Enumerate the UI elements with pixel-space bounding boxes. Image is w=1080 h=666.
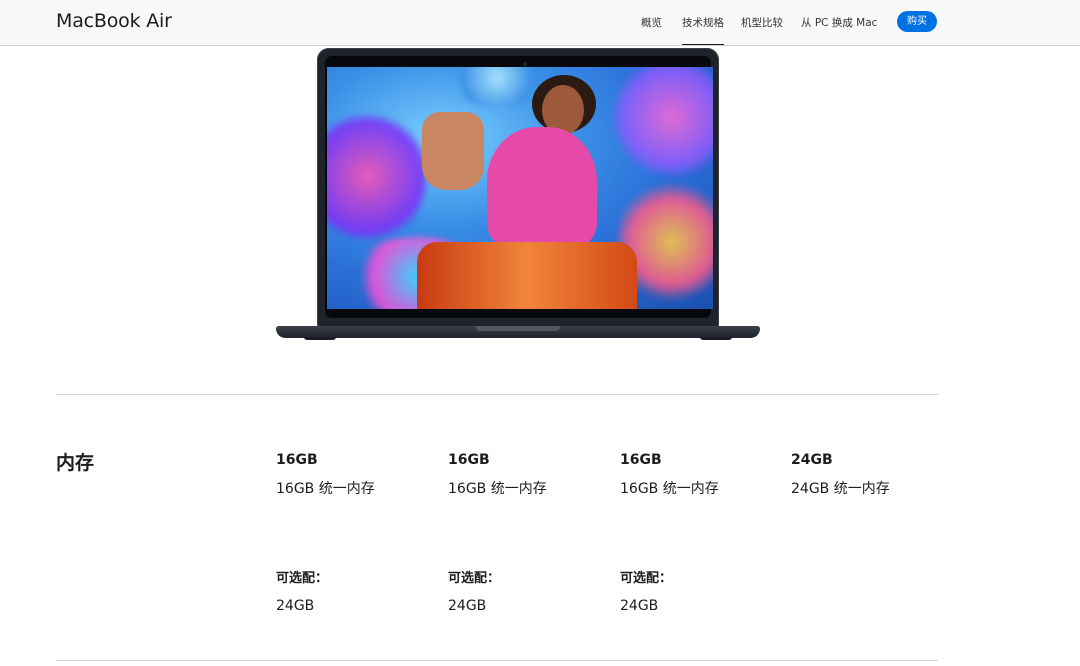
- top-nav: MacBook Air 概览 技术规格 机型比较 从 PC 换成 Mac 购买: [0, 0, 1080, 46]
- camera-icon: [523, 62, 527, 66]
- macbook-air-product-image: [276, 46, 760, 342]
- option-value: 24GB: [276, 598, 315, 614]
- memory-description: 24GB 统一内存: [791, 481, 890, 497]
- memory-description: 16GB 统一内存: [448, 481, 547, 497]
- option-value: 24GB: [448, 598, 487, 614]
- nav-link-tech-specs[interactable]: 技术规格: [682, 15, 724, 45]
- memory-config-3: 16GB 16GB 统一内存: [620, 452, 780, 498]
- memory-config-1: 16GB 16GB 统一内存: [276, 452, 436, 498]
- memory-capacity: 16GB: [620, 452, 662, 468]
- memory-option-3: 可选配： 24GB: [620, 567, 780, 614]
- memory-config-4: 24GB 24GB 统一内存: [791, 452, 951, 498]
- option-label: 可选配：: [276, 571, 329, 586]
- section-title-memory: 内存: [56, 452, 95, 474]
- memory-option-2: 可选配： 24GB: [448, 567, 608, 614]
- nav-link-compare[interactable]: 机型比较: [741, 15, 783, 30]
- buy-button[interactable]: 购买: [897, 11, 937, 32]
- memory-description: 16GB 统一内存: [620, 481, 719, 497]
- nav-link-overview[interactable]: 概览: [641, 15, 662, 30]
- memory-description: 16GB 统一内存: [276, 481, 375, 497]
- brand-title[interactable]: MacBook Air: [56, 10, 172, 32]
- option-value: 24GB: [620, 598, 659, 614]
- memory-capacity: 24GB: [791, 452, 833, 468]
- section-divider-bottom: [56, 660, 938, 661]
- option-label: 可选配：: [448, 571, 501, 586]
- memory-capacity: 16GB: [276, 452, 318, 468]
- memory-capacity: 16GB: [448, 452, 490, 468]
- memory-option-1: 可选配： 24GB: [276, 567, 436, 614]
- laptop-lid: [317, 48, 719, 328]
- section-divider: [56, 394, 938, 395]
- laptop-screen-wallpaper: [327, 67, 713, 309]
- option-label: 可选配：: [620, 571, 673, 586]
- nav-link-switch-from-pc[interactable]: 从 PC 换成 Mac: [801, 15, 877, 30]
- memory-config-2: 16GB 16GB 统一内存: [448, 452, 608, 498]
